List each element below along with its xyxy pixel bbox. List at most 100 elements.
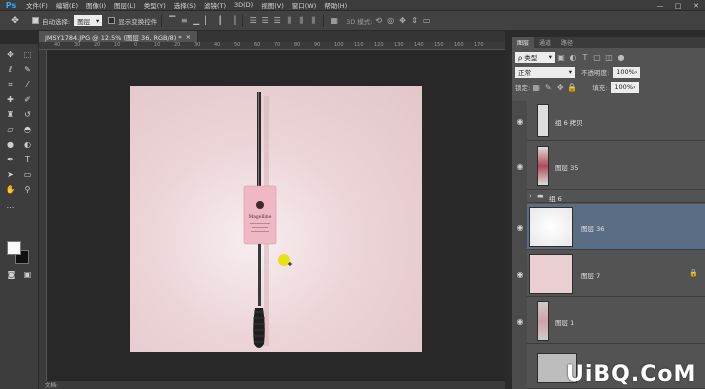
align-top-icon[interactable]: ▔ — [166, 15, 178, 27]
fill-input[interactable]: 100% › — [611, 81, 639, 93]
move-tool-icon[interactable]: ✥ — [3, 48, 18, 61]
opacity-value: 100% — [616, 68, 635, 76]
align-bottom-icon[interactable]: ▁ — [190, 15, 202, 27]
eye-icon[interactable]: ◉ — [515, 116, 525, 126]
align-left-icon[interactable]: ▏ — [202, 15, 214, 27]
menu-select[interactable]: 选择(S) — [170, 0, 200, 10]
rectangle-tool-icon[interactable]: ▭ — [20, 168, 35, 181]
layer-row-selected[interactable]: ◉ 图层 36 — [517, 204, 705, 250]
maximize-icon[interactable]: □ — [670, 0, 686, 11]
align-right-icon[interactable]: ▕ — [226, 15, 238, 27]
layer-filter-dropdown[interactable]: ρ 类型 ▾ — [515, 51, 555, 63]
layer-row[interactable]: ◉ 组 6 拷贝 — [517, 101, 705, 141]
brush-tool-icon[interactable]: ✐ — [20, 93, 35, 106]
menu-window[interactable]: 窗口(W) — [288, 0, 321, 10]
auto-select-checkbox[interactable] — [32, 17, 39, 24]
dodge-tool-icon[interactable]: ◐ — [20, 138, 35, 151]
auto-align-icon[interactable]: ▦ — [328, 15, 340, 27]
chevron-right-icon[interactable]: › — [529, 192, 532, 200]
opacity-input[interactable]: 100% › — [613, 66, 641, 78]
distribute-left-icon[interactable]: ⫼ — [283, 15, 295, 27]
type-tool-icon[interactable]: T — [20, 153, 35, 166]
menu-view[interactable]: 视图(V) — [257, 0, 288, 10]
pen-tool-icon[interactable]: ✒ — [3, 153, 18, 166]
layer-row[interactable]: ◉ 图层 35 — [517, 142, 705, 190]
3d-rotate-icon[interactable]: ⟲ — [373, 15, 385, 27]
filter-toggle-icon[interactable]: ● — [615, 51, 627, 63]
menu-3d[interactable]: 3D(D) — [230, 1, 257, 9]
menu-type[interactable]: 类型(Y) — [140, 0, 170, 10]
crop-tool-icon[interactable]: ⌗ — [3, 78, 18, 91]
lock-image-icon[interactable]: ✎ — [542, 81, 554, 93]
tab-channels[interactable]: 通道 — [534, 37, 556, 48]
blur-tool-icon[interactable]: ● — [3, 138, 18, 151]
distribute-top-icon[interactable]: ☰ — [247, 15, 259, 27]
minimize-icon[interactable]: — — [652, 0, 668, 11]
align-vcenter-icon[interactable]: ≡ — [178, 15, 190, 27]
distribute-right-icon[interactable]: ⫼ — [307, 15, 319, 27]
distribute-bottom-icon[interactable]: ☰ — [271, 15, 283, 27]
eye-icon[interactable]: ◉ — [515, 269, 525, 279]
quick-select-tool-icon[interactable]: ✎ — [20, 63, 35, 76]
menu-file[interactable]: 文件(F) — [22, 0, 52, 10]
screen-mode-icon[interactable]: ▣ — [20, 268, 35, 281]
filter-pixel-icon[interactable]: ▣ — [555, 51, 567, 63]
distribute-vcenter-icon[interactable]: ☰ — [259, 15, 271, 27]
more-tools-icon[interactable]: … — [3, 199, 18, 212]
3d-roll-icon[interactable]: ◎ — [385, 15, 397, 27]
filter-smart-icon[interactable]: ◫ — [603, 51, 615, 63]
layer-thumbnail — [537, 146, 549, 186]
eyedropper-tool-icon[interactable]: ⁄ — [20, 78, 35, 91]
menu-layer[interactable]: 图层(L) — [110, 0, 140, 10]
hand-tool-icon[interactable]: ✋ — [3, 183, 18, 196]
lock-transparent-icon[interactable]: ▦ — [530, 81, 542, 93]
zoom-tool-icon[interactable]: ⚲ — [20, 183, 35, 196]
foreground-color-swatch[interactable] — [7, 241, 21, 255]
menu-help[interactable]: 帮助(H) — [320, 0, 351, 10]
tools-panel: ✥ ⬚ ℓ ✎ ⌗ ⁄ ✚ ✐ ♜ ↺ ▱ ◓ ● ◐ ✒ T ➤ ▭ ✋ ⚲ … — [0, 44, 39, 389]
tab-paths[interactable]: 路径 — [556, 37, 578, 48]
document-tab[interactable]: JMSY1784.JPG @ 12.5% (图层 36, RGB/8) * × — [39, 31, 199, 42]
lock-all-icon[interactable]: 🔒 — [566, 81, 578, 93]
menu-filter[interactable]: 滤镜(T) — [200, 0, 230, 10]
eye-icon[interactable]: ◉ — [515, 316, 525, 326]
lock-position-icon[interactable]: ✥ — [554, 81, 566, 93]
lock-row: 锁定: ▦ ✎ ✥ 🔒 填充: 100% › — [512, 81, 705, 93]
ruler-label: 30 — [74, 42, 81, 48]
eye-icon[interactable]: ◉ — [515, 222, 525, 232]
close-icon[interactable]: ✕ — [688, 0, 704, 11]
path-select-tool-icon[interactable]: ➤ — [3, 168, 18, 181]
close-tab-icon[interactable]: × — [186, 33, 191, 41]
paint-bucket-tool-icon[interactable]: ◓ — [20, 123, 35, 136]
marquee-tool-icon[interactable]: ⬚ — [20, 48, 35, 61]
healing-brush-tool-icon[interactable]: ✚ — [3, 93, 18, 106]
menu-edit[interactable]: 编辑(E) — [52, 0, 82, 10]
blend-mode-dropdown[interactable]: 正常 ▾ — [515, 66, 575, 78]
tab-layers[interactable]: 图层 — [512, 37, 535, 48]
canvas-area[interactable]: Magelline — [47, 50, 505, 389]
layer-row[interactable]: ◉ 图层 1 — [517, 298, 705, 344]
menu-image[interactable]: 图像(I) — [82, 0, 110, 10]
filter-type-icon[interactable]: T — [579, 51, 591, 63]
3d-slide-icon[interactable]: ⇕ — [409, 15, 421, 27]
ruler-label: 20 — [174, 42, 181, 48]
quick-mask-icon[interactable]: ◙ — [4, 268, 19, 281]
lasso-tool-icon[interactable]: ℓ — [3, 63, 18, 76]
align-hcenter-icon[interactable]: ┃ — [214, 15, 226, 27]
clone-stamp-tool-icon[interactable]: ♜ — [3, 108, 18, 121]
3d-scale-icon[interactable]: ▭ — [421, 15, 433, 27]
filter-adjustment-icon[interactable]: ◐ — [567, 51, 579, 63]
filter-shape-icon[interactable]: ▢ — [591, 51, 603, 63]
layer-filter-row: ρ 类型 ▾ ▣ ◐ T ▢ ◫ ● — [512, 51, 705, 63]
3d-pan-icon[interactable]: ✥ — [397, 15, 409, 27]
history-brush-tool-icon[interactable]: ↺ — [20, 108, 35, 121]
layer-row[interactable]: ◉ 图层 7 🔒 — [517, 251, 705, 297]
show-transform-checkbox[interactable] — [108, 17, 116, 24]
distribute-hcenter-icon[interactable]: ⫼ — [295, 15, 307, 27]
eraser-tool-icon[interactable]: ▱ — [3, 123, 18, 136]
auto-select-dropdown[interactable]: 图层 ▾ — [74, 15, 103, 26]
eye-icon[interactable]: ◉ — [515, 161, 525, 171]
document-canvas[interactable]: Magelline — [130, 86, 422, 352]
move-tool-preset-icon[interactable]: ✥ — [4, 14, 26, 28]
group-row[interactable]: › ▬ 组 6 — [527, 191, 705, 203]
